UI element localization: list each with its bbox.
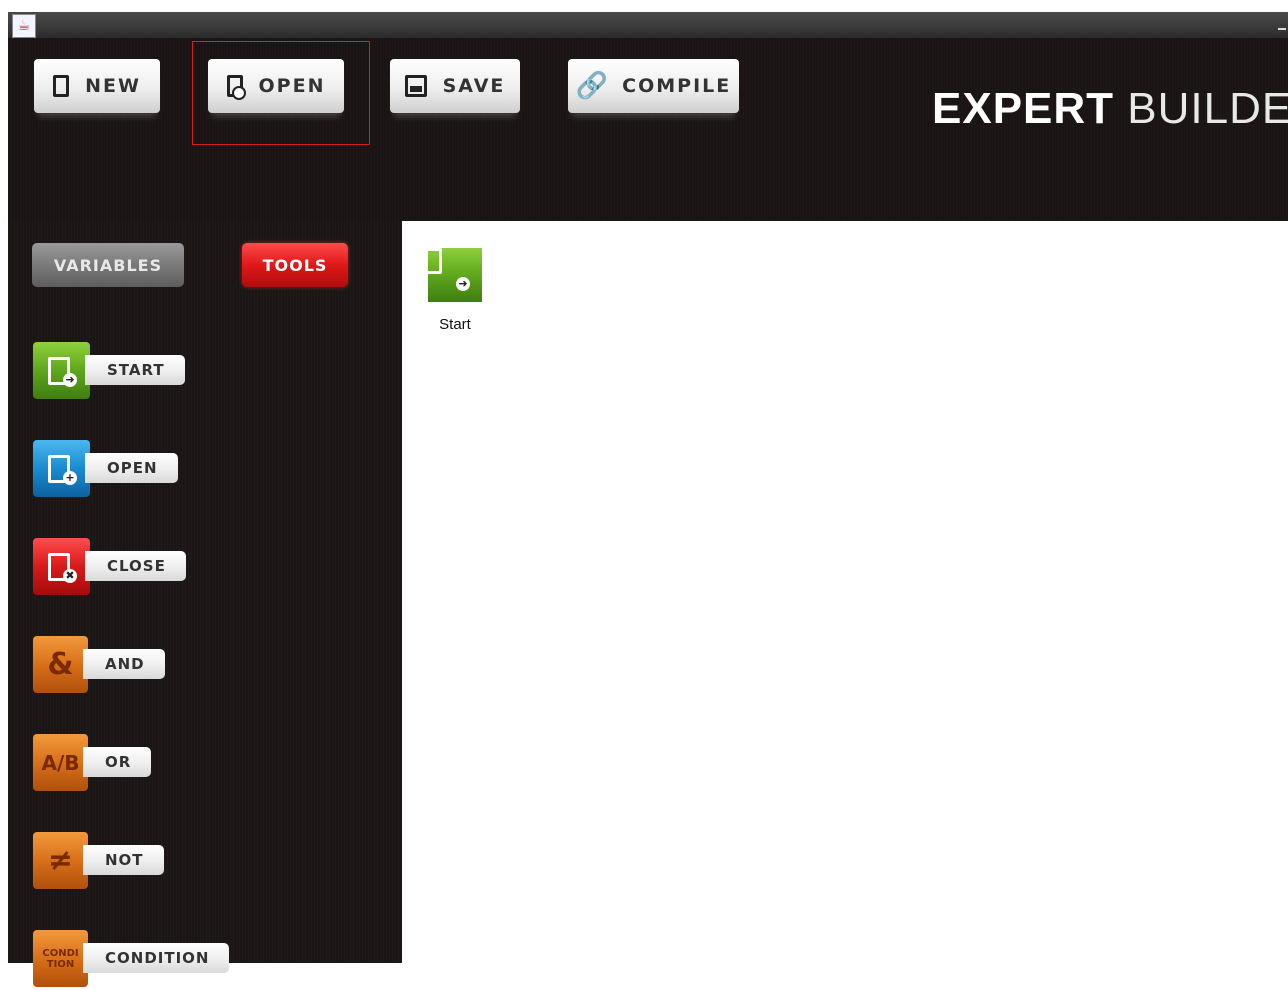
compile-button-label: COMPILE bbox=[622, 75, 732, 97]
condition-icon: CONDI TION bbox=[33, 930, 88, 987]
tool-open-label: OPEN bbox=[85, 453, 178, 483]
java-icon[interactable]: ☕ bbox=[12, 14, 36, 38]
tool-not-label: NOT bbox=[83, 845, 164, 875]
minimize-icon[interactable] bbox=[1278, 28, 1286, 30]
canvas-node-start[interactable]: ➜ bbox=[422, 248, 482, 302]
save-disk-icon bbox=[404, 75, 427, 97]
canvas-node-start-label: Start bbox=[439, 316, 471, 333]
ampersand-icon: & bbox=[33, 636, 88, 693]
tab-tools[interactable]: TOOLS bbox=[242, 243, 348, 287]
open-doc-icon: + bbox=[33, 440, 90, 497]
new-doc-icon bbox=[53, 75, 70, 97]
app-brand-title: EXPERT BUILDER bbox=[932, 84, 1288, 134]
tool-or-label: OR bbox=[83, 747, 152, 777]
tool-close-label: CLOSE bbox=[85, 551, 186, 581]
tab-variables-label: VARIABLES bbox=[53, 255, 163, 275]
save-button-label: SAVE bbox=[442, 75, 506, 97]
open-button-focus-outline bbox=[192, 41, 370, 145]
a-slash-b-icon: A/B bbox=[33, 734, 88, 791]
link-icon: 🔗 bbox=[575, 71, 609, 101]
tool-start-label: START bbox=[85, 355, 185, 385]
brand-light: BUILDER bbox=[1127, 84, 1288, 133]
start-doc-icon: ➜ bbox=[33, 342, 90, 399]
title-bar bbox=[8, 12, 1288, 38]
not-equal-icon: ≠ bbox=[33, 832, 88, 889]
tab-variables[interactable]: VARIABLES bbox=[32, 243, 184, 287]
new-button[interactable]: NEW bbox=[34, 59, 160, 113]
brand-bold: EXPERT bbox=[932, 84, 1115, 133]
new-button-label: NEW bbox=[85, 75, 141, 97]
tool-condition-label: CONDITION bbox=[83, 943, 230, 973]
save-button[interactable]: SAVE bbox=[390, 59, 520, 113]
compile-button[interactable]: 🔗 COMPILE bbox=[568, 59, 739, 113]
app-window: ☕ NEW OPEN SAVE 🔗 COMPILE EXPERT BUILDER… bbox=[0, 0, 1288, 987]
flow-canvas[interactable] bbox=[402, 221, 1288, 963]
tool-and-label: AND bbox=[83, 649, 165, 679]
close-doc-icon: ✖ bbox=[33, 538, 90, 595]
tab-tools-label: TOOLS bbox=[262, 255, 328, 275]
